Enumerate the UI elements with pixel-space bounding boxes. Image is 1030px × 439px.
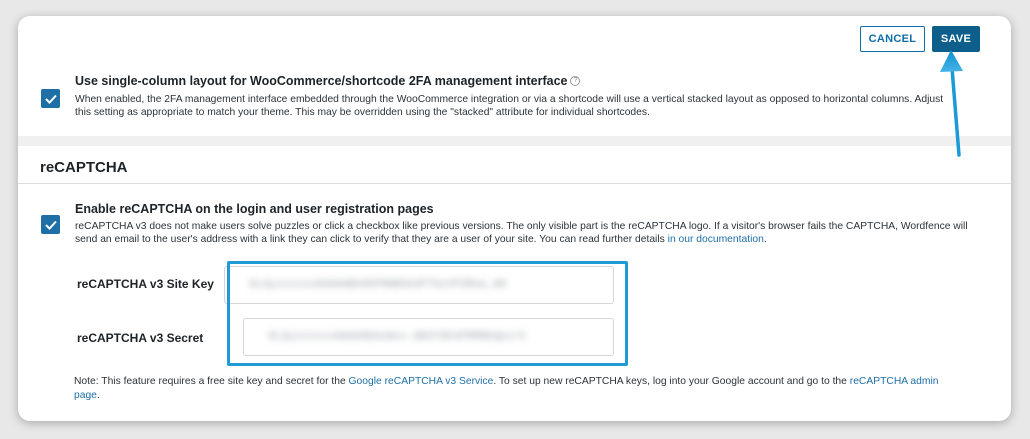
section-title: reCAPTCHA xyxy=(40,159,128,176)
secret-label: reCAPTCHA v3 Secret xyxy=(77,331,204,345)
single-column-title: Use single-column layout for WooCommerce… xyxy=(75,74,581,88)
recaptcha-section-header: reCAPTCHA xyxy=(18,146,1011,184)
site-key-label: reCAPTCHA v3 Site Key xyxy=(77,277,214,291)
single-column-checkbox[interactable] xyxy=(41,89,60,108)
recaptcha-service-link[interactable]: Google reCAPTCHA v3 Service xyxy=(349,376,494,387)
highlight-box xyxy=(227,261,628,366)
recaptcha-note: Note: This feature requires a free site … xyxy=(74,376,939,401)
cancel-button[interactable]: CANCEL xyxy=(860,26,925,52)
help-icon[interactable]: ? xyxy=(570,75,581,86)
save-button[interactable]: SAVE xyxy=(932,26,980,52)
documentation-link[interactable]: in our documentation xyxy=(668,234,764,245)
section-divider xyxy=(18,136,1011,146)
settings-panel: CANCEL SAVE Use single-column layout for… xyxy=(18,16,1011,421)
enable-recaptcha-title: Enable reCAPTCHA on the login and user r… xyxy=(75,202,434,216)
checkmark-icon xyxy=(44,220,57,230)
checkmark-icon xyxy=(44,94,57,104)
enable-recaptcha-checkbox[interactable] xyxy=(41,215,60,234)
enable-recaptcha-description: reCAPTCHA v3 does not make users solve p… xyxy=(75,221,968,245)
single-column-description: When enabled, the 2FA management interfa… xyxy=(75,94,944,118)
